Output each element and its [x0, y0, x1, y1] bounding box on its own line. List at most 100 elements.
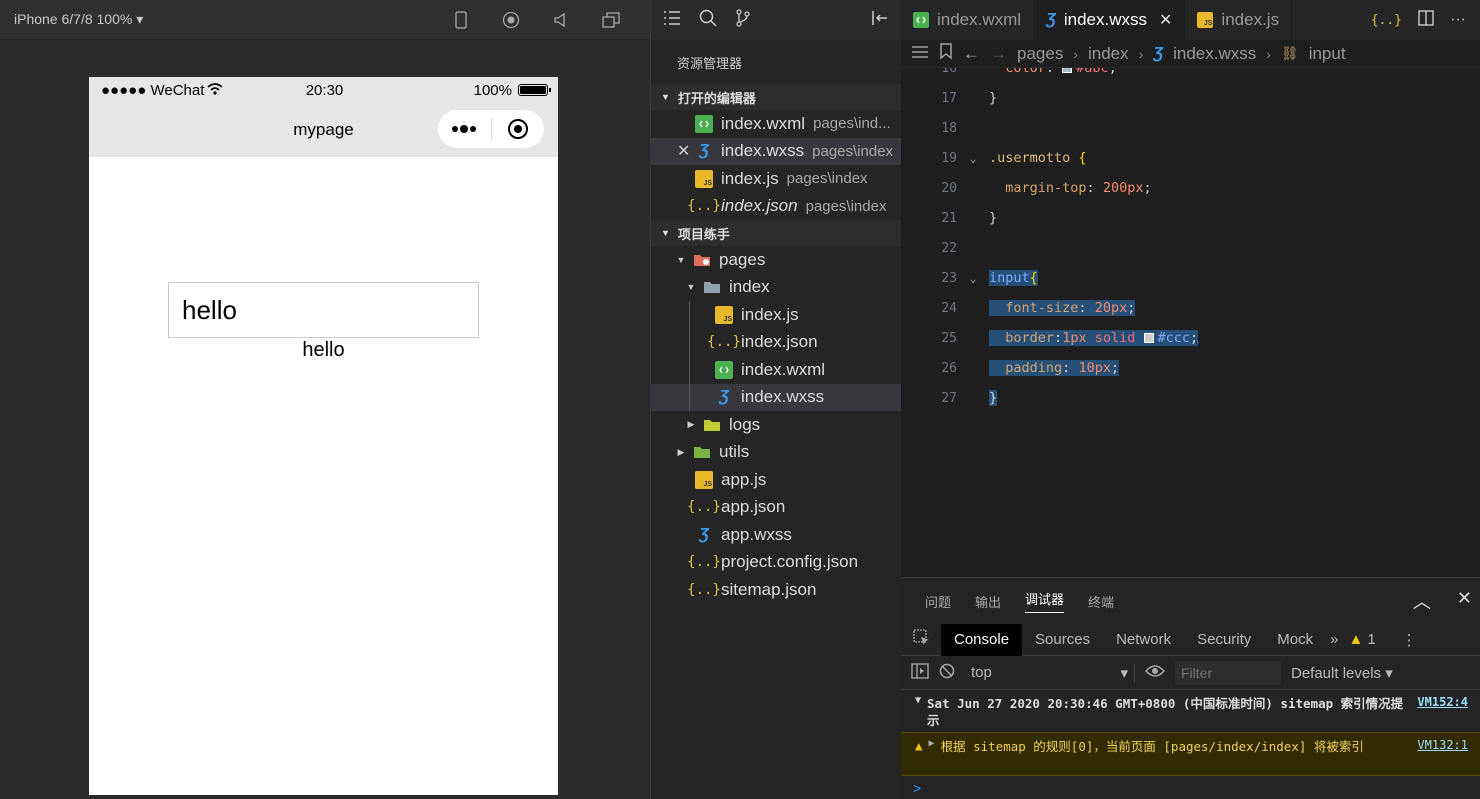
chevron-down-icon: ▼	[676, 254, 686, 265]
inspect-icon[interactable]	[913, 628, 931, 651]
breadcrumb-item[interactable]: pages	[1017, 44, 1063, 64]
chevron-down-icon: ▼	[661, 92, 670, 102]
kebab-menu-icon[interactable]: ⋮	[1402, 631, 1417, 649]
file-item[interactable]: JS index.js	[651, 301, 901, 329]
back-arrow-icon[interactable]: ←	[963, 44, 980, 64]
tab-debugger[interactable]: 调试器	[1025, 589, 1065, 613]
tab-security[interactable]: Security	[1184, 624, 1264, 656]
tab-index-js[interactable]: JS index.js	[1185, 0, 1293, 40]
log-levels-select[interactable]: Default levels ▾	[1291, 664, 1393, 682]
list-icon[interactable]	[663, 10, 681, 31]
device-selector[interactable]: iPhone 6/7/8 100% ▾	[14, 11, 436, 28]
chevron-down-icon: ▼	[686, 282, 696, 293]
tab-mock[interactable]: Mock	[1264, 624, 1326, 656]
eye-icon[interactable]	[1145, 664, 1165, 682]
clear-console-icon[interactable]	[939, 663, 955, 683]
carrier-label: ●●●●● WeChat	[101, 81, 205, 99]
volume-icon[interactable]	[536, 12, 586, 28]
json-file-icon[interactable]: {..}	[1371, 13, 1402, 28]
file-item[interactable]: {..} project.config.json	[651, 549, 901, 577]
status-time: 20:30	[305, 81, 344, 99]
file-item[interactable]: {..} sitemap.json	[651, 576, 901, 604]
tab-network[interactable]: Network	[1103, 624, 1184, 656]
phone-screen: ●●●●● WeChat 20:30 100% mypage hello	[89, 77, 558, 795]
record-icon[interactable]	[486, 11, 536, 29]
close-icon[interactable]: ✕	[1159, 10, 1172, 30]
window-icon[interactable]	[586, 11, 636, 28]
console-prompt[interactable]: >	[901, 776, 1480, 799]
code-editor[interactable]: 16 color: #abc; 17 } 18 19 ⌄ .usermotto {…	[901, 68, 1480, 577]
context-select[interactable]: top ▾	[965, 663, 1135, 682]
folder-pages[interactable]: ▼ pages	[651, 246, 901, 274]
close-icon[interactable]: ✕	[1457, 588, 1472, 614]
json-file-icon: {..}	[707, 334, 741, 351]
wxml-file-icon	[715, 360, 733, 379]
code-line: 20 margin-top: 200px;	[941, 180, 1152, 196]
breadcrumb-item[interactable]: index	[1088, 44, 1129, 64]
open-editor-item[interactable]: {..} index.json pages\index	[651, 193, 901, 221]
folder-index[interactable]: ▼ index	[651, 274, 901, 302]
code-line: 23 ⌄ input{	[941, 270, 1038, 286]
warning-icon: ▲	[1348, 631, 1364, 648]
sidebar-toggle-icon[interactable]	[911, 662, 929, 683]
more-icon[interactable]	[438, 124, 491, 134]
project-header[interactable]: ▼ 项目练手	[651, 220, 901, 246]
open-editor-item[interactable]: JS index.js pages\index	[651, 165, 901, 193]
warning-counter[interactable]: ▲ 1	[1348, 631, 1375, 648]
wxss-file-icon: Ʒ	[1046, 11, 1056, 28]
breadcrumb-item[interactable]: input	[1309, 44, 1346, 64]
code-line: 22	[941, 240, 957, 256]
file-item[interactable]: {..} app.json	[651, 494, 901, 522]
tab-terminal[interactable]: 终端	[1088, 592, 1114, 611]
chevron-down-icon[interactable]: ▼	[915, 695, 921, 729]
code-line: 18	[941, 120, 957, 136]
json-file-icon: {..}	[687, 581, 721, 598]
source-link[interactable]: VM132:1	[1417, 738, 1468, 772]
file-item[interactable]: JS app.js	[651, 466, 901, 494]
filter-input[interactable]	[1175, 660, 1281, 685]
breadcrumb-item[interactable]: index.wxss	[1173, 44, 1256, 64]
more-tabs-icon[interactable]: »	[1330, 631, 1338, 648]
close-miniprogram-icon[interactable]	[492, 118, 545, 140]
split-editor-icon[interactable]	[1418, 9, 1434, 31]
chevron-down-icon[interactable]: ⌄	[957, 272, 989, 285]
file-item[interactable]: index.wxml	[651, 356, 901, 384]
folder-logs[interactable]: ▶ logs	[651, 411, 901, 439]
tab-index-wxss[interactable]: Ʒ index.wxss ✕	[1034, 0, 1186, 40]
tab-index-wxml[interactable]: index.wxml	[901, 0, 1035, 40]
more-actions-icon[interactable]: ···	[1450, 11, 1466, 29]
close-icon[interactable]: ✕	[677, 141, 690, 161]
wxss-file-icon: Ʒ	[699, 525, 709, 543]
chevron-up-icon[interactable]: ︿	[1413, 588, 1431, 614]
forward-arrow-icon[interactable]: →	[990, 44, 1007, 64]
phone-icon[interactable]	[436, 10, 486, 29]
tab-problems[interactable]: 问题	[925, 592, 951, 611]
chevron-down-icon[interactable]: ⌄	[957, 152, 989, 165]
battery-percent: 100%	[473, 81, 512, 99]
battery-icon	[518, 84, 551, 96]
source-control-icon[interactable]	[735, 8, 751, 32]
outline-icon[interactable]	[911, 44, 929, 64]
editor-pane: index.wxml Ʒ index.wxss ✕ JS index.js {.…	[901, 0, 1480, 577]
open-editors-header[interactable]: ▼ 打开的编辑器	[651, 84, 901, 110]
chevron-right-icon[interactable]: ▶	[929, 738, 935, 772]
file-item[interactable]: Ʒ app.wxss	[651, 521, 901, 549]
search-icon[interactable]	[699, 9, 717, 32]
folder-utils[interactable]: ▶ utils	[651, 439, 901, 467]
file-item-selected[interactable]: Ʒ index.wxss	[651, 383, 901, 411]
file-item[interactable]: {..} index.json	[651, 328, 901, 356]
wxss-file-icon: Ʒ	[1153, 44, 1164, 62]
text-input[interactable]	[168, 282, 479, 338]
tab-sources[interactable]: Sources	[1022, 624, 1103, 656]
chevron-right-icon: ▶	[677, 446, 685, 457]
bookmark-icon[interactable]	[939, 43, 953, 64]
wxml-file-icon	[913, 12, 929, 28]
collapse-sidebar-icon[interactable]	[871, 10, 889, 31]
phone-nav-bar: mypage	[89, 103, 558, 157]
source-link[interactable]: VM152:4	[1417, 695, 1468, 729]
open-editor-item-active[interactable]: ✕ Ʒ index.wxss pages\index	[651, 137, 901, 165]
wxss-file-icon: Ʒ	[719, 388, 729, 406]
tab-console[interactable]: Console	[941, 623, 1023, 656]
open-editor-item[interactable]: index.wxml pages\ind...	[651, 110, 901, 138]
tab-output[interactable]: 输出	[975, 592, 1001, 611]
